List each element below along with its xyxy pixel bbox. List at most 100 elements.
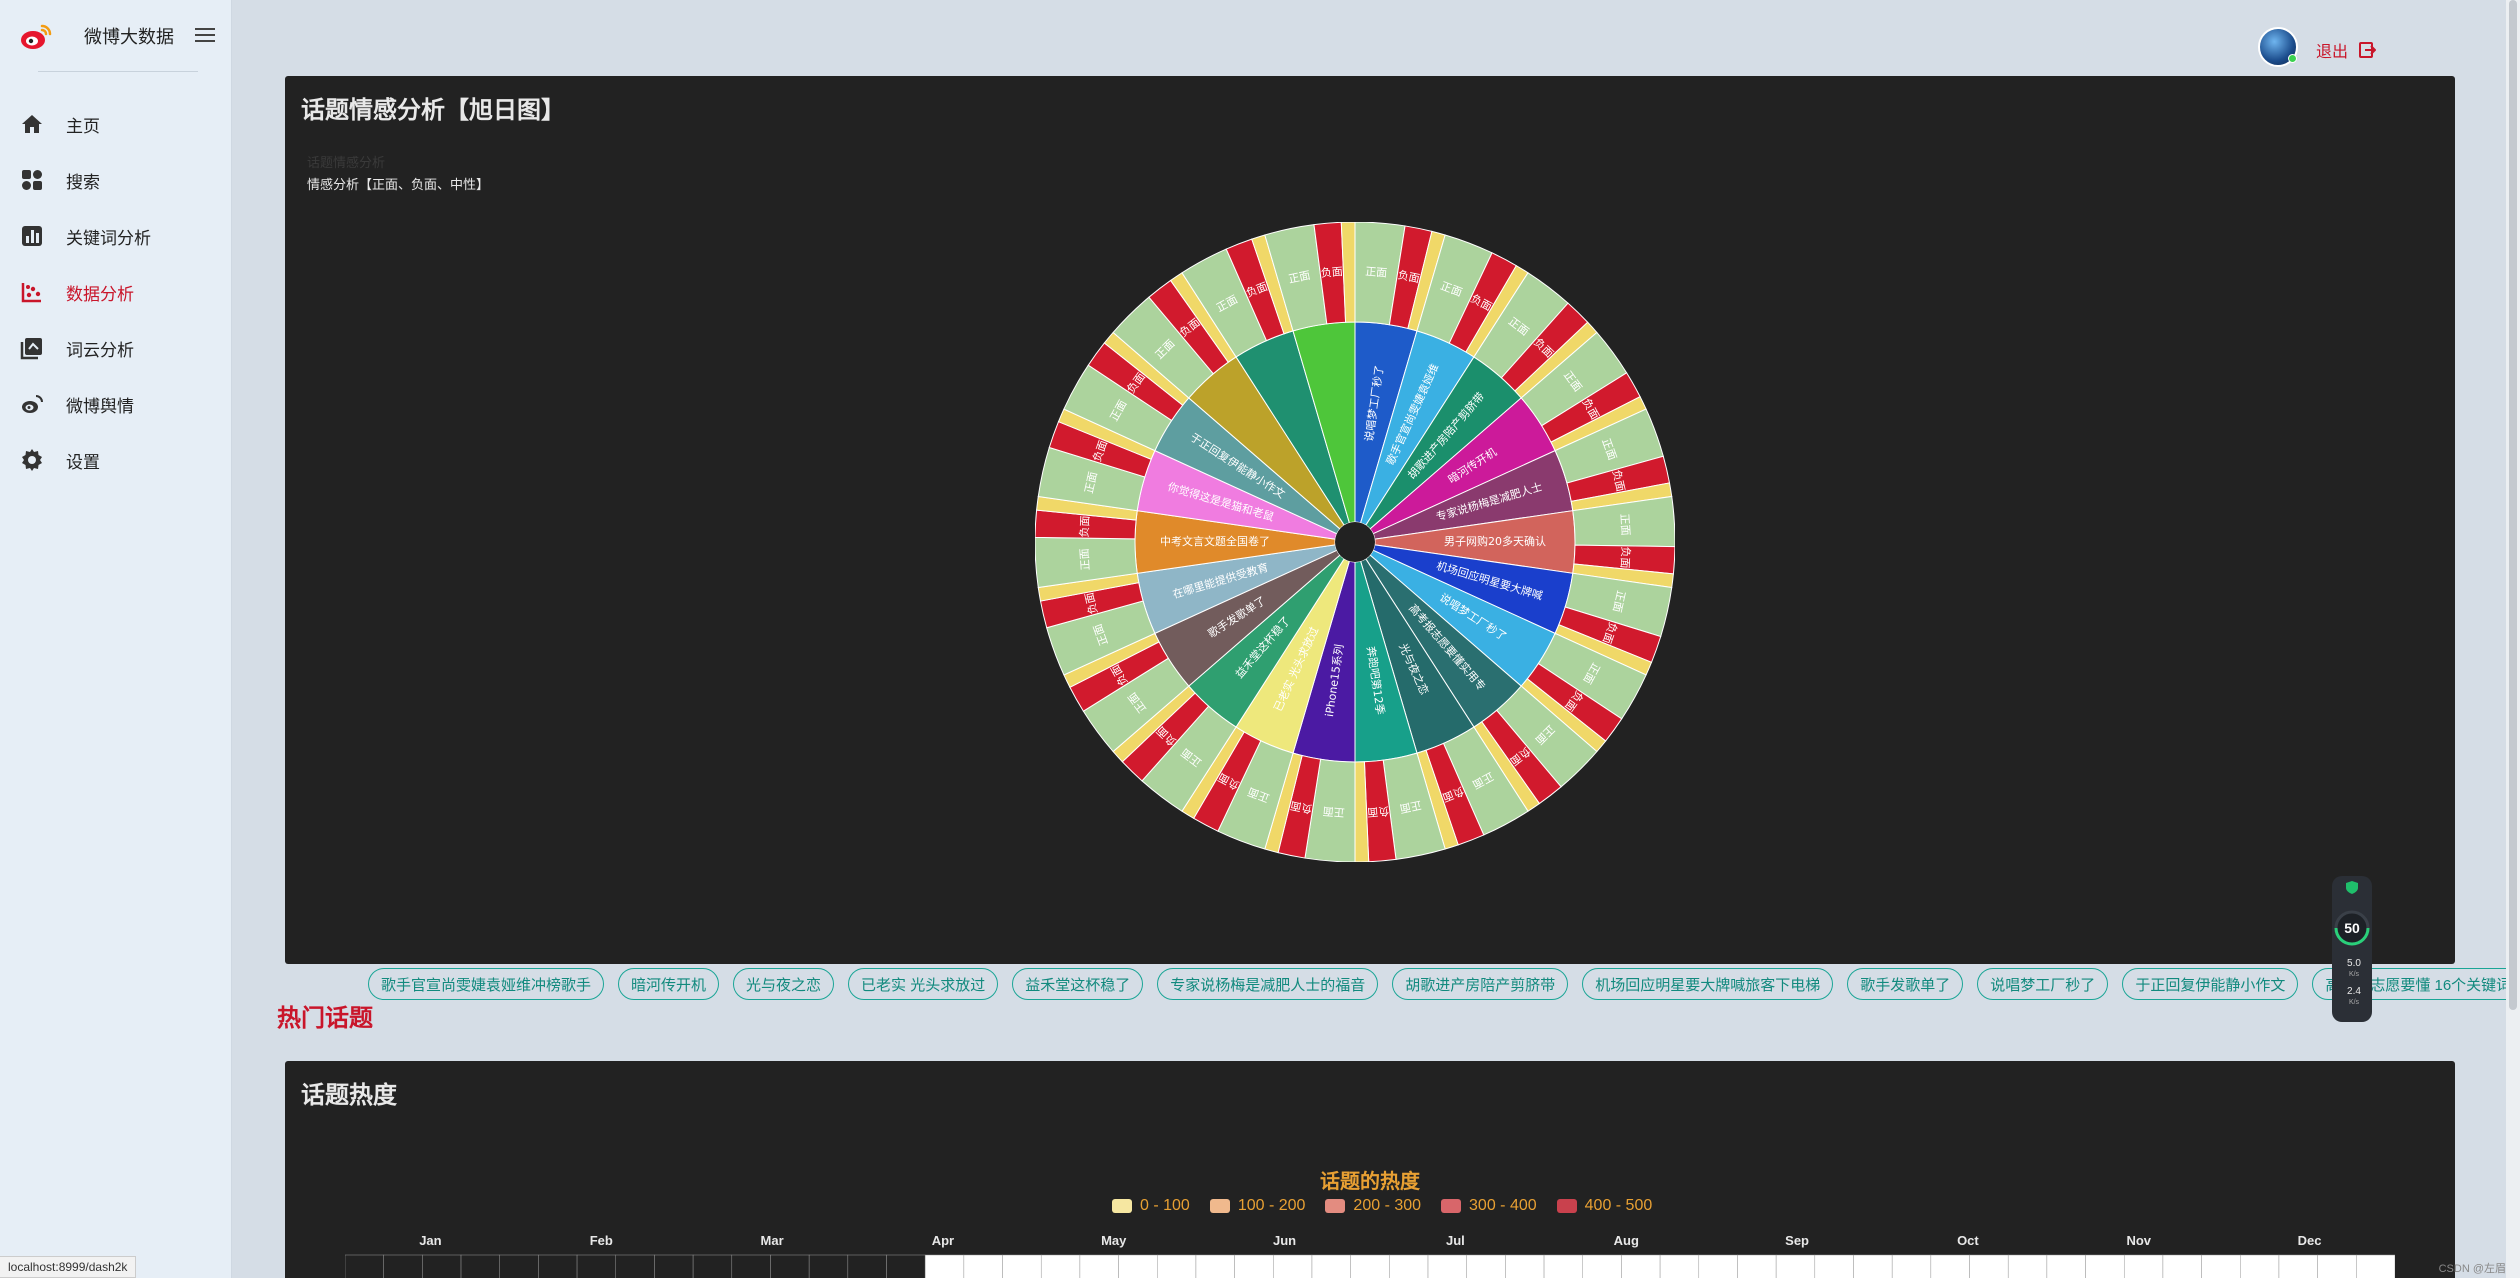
sunburst-center: [1335, 522, 1375, 562]
sidebar-item-data-analysis[interactable]: 数据分析: [0, 264, 232, 320]
calendar-cell: [422, 1254, 462, 1278]
grid-icon: [18, 166, 46, 194]
sunburst-outer-label: 负面: [1618, 546, 1633, 569]
hot-topics-title: 热门话题: [277, 1005, 373, 1032]
legend-label: 200 - 300: [1353, 1197, 1422, 1214]
calendar-cell: [1737, 1254, 1777, 1278]
sidebar-item-wordcloud[interactable]: 词云分析: [0, 320, 232, 376]
scrollbar-thumb[interactable]: [2509, 0, 2517, 1010]
network-speed-widget[interactable]: 50 5.0 K/s 2.4 K/s: [2332, 876, 2372, 1022]
calendar-cell: [1582, 1254, 1622, 1278]
month-label: Aug: [1613, 1233, 1639, 1248]
hot-topic-tags: 歌手官宣尚雯婕袁娅维冲榜歌手 暗河传开机 光与夜之恋 已老实 光头求放过 益禾堂这杯稳了…: [368, 968, 2520, 1000]
hot-topic-tag[interactable]: 益禾堂这杯稳了: [1012, 968, 1144, 1000]
calendar-cell: [1466, 1254, 1506, 1278]
calendar-cell: [345, 1254, 384, 1278]
sidebar-nav: 主页 搜索 关键词分析 数据分析 词云分析 微博舆情 设置: [0, 96, 232, 488]
heat-panel: 话题热度 话题的热度 0 - 100 100 - 200 200 - 300 300 …: [285, 1061, 2455, 1278]
hot-topic-tag[interactable]: 歌手官宣尚雯婕袁娅维冲榜歌手: [368, 968, 605, 1000]
sunburst-outer-label: 负面: [1077, 515, 1092, 538]
calendar-cell: [2162, 1254, 2202, 1278]
chart-subtitle-dim: 话题情感分析: [307, 155, 386, 170]
calendar-cell: [1311, 1254, 1351, 1278]
cloud-book-icon: [18, 334, 46, 362]
calendar-cell: [1659, 1254, 1700, 1278]
sunburst-outer-label: 正面: [1322, 804, 1345, 819]
legend-label: 300 - 400: [1469, 1197, 1537, 1214]
gear-icon: [18, 446, 46, 474]
legend-label: 400 - 500: [1584, 1197, 1653, 1214]
scatter-chart-icon: [18, 278, 46, 306]
sidebar-item-label: 关键词分析: [66, 228, 151, 248]
legend-label: 100 - 200: [1237, 1197, 1306, 1214]
sentiment-panel: 话题情感分析【旭日图】 话题情感分析 情感分析【正面、负面、中性】 正面 负面 说唱…: [285, 76, 2455, 964]
calendar-cell: [499, 1254, 539, 1278]
calendar-cell: [731, 1254, 771, 1278]
legend-item[interactable]: 0 - 100: [1112, 1197, 1190, 1215]
calendar-cell: [1195, 1254, 1235, 1278]
legend-item[interactable]: 400 - 500: [1556, 1197, 1653, 1215]
hot-topic-tag[interactable]: 专家说杨梅是减肥人士的福音: [1157, 968, 1379, 1000]
calendar-cell: [2007, 1254, 2048, 1278]
calendar-cell: [1621, 1254, 1661, 1278]
home-icon: [18, 110, 46, 138]
month-label: Apr: [931, 1233, 955, 1248]
legend-item[interactable]: 100 - 200: [1209, 1197, 1306, 1215]
sunburst-chart[interactable]: 正面 负面说唱梦工厂秒了正面负面歌手官宣尚雯婕袁娅维正面负面胡歌进产房陪产剪脐带正…: [1035, 222, 1675, 862]
hot-topic-tag[interactable]: 于正回复伊能静小作文: [2122, 968, 2299, 1000]
sidebar-item-search[interactable]: 搜索: [0, 152, 232, 208]
hot-topic-tag[interactable]: 机场回应明星要大牌喊旅客下电梯: [1582, 968, 1834, 1000]
logout-button[interactable]: 退出: [2316, 38, 2377, 62]
legend-item[interactable]: 300 - 400: [1441, 1197, 1537, 1215]
calendar-cell: [1814, 1254, 1854, 1278]
calendar-cell: [1969, 1254, 2009, 1278]
sidebar-item-keyword-analysis[interactable]: 关键词分析: [0, 208, 232, 264]
user-avatar[interactable]: [2258, 27, 2298, 67]
page-scrollbar[interactable]: [2506, 0, 2520, 1278]
calendar-cell: [1157, 1254, 1197, 1278]
calendar-cell: [1273, 1254, 1313, 1278]
speed-percent: 50: [2344, 920, 2360, 936]
month-label: Nov: [2126, 1233, 2152, 1248]
month-label: Jun: [1273, 1233, 1297, 1248]
panel-title: 话题热度: [301, 1082, 397, 1109]
hot-topic-tag[interactable]: 说唱梦工厂秒了: [1977, 968, 2109, 1000]
logout-icon: [2359, 42, 2377, 58]
sidebar-item-label: 词云分析: [66, 340, 134, 360]
calendar-cell: [1079, 1254, 1119, 1278]
weibo-icon: [18, 390, 46, 418]
sidebar-item-label: 微博舆情: [66, 396, 134, 416]
bar-chart-icon: [18, 222, 46, 250]
calendar-cell: [2278, 1254, 2318, 1278]
legend-item[interactable]: 200 - 300: [1325, 1197, 1421, 1215]
sidebar-item-label: 设置: [66, 452, 100, 472]
sidebar-item-settings[interactable]: 设置: [0, 432, 232, 488]
hot-topic-tag[interactable]: 暗河传开机: [618, 968, 720, 1000]
speed-down-unit: K/s: [2349, 999, 2360, 1006]
sidebar-item-weibo-opinion[interactable]: 微博舆情: [0, 376, 232, 432]
hot-topic-tag[interactable]: 歌手发歌单了: [1847, 968, 1964, 1000]
calendar-cell: [2317, 1254, 2357, 1278]
watermark: CSDN @左眉: [2438, 1263, 2506, 1275]
calendar-cell: [2240, 1254, 2280, 1278]
calendar-cell: [1389, 1254, 1429, 1278]
sidebar-item-home[interactable]: 主页: [0, 96, 232, 152]
calendar-cell: [1853, 1254, 1893, 1278]
sidebar: 微博大数据 主页 搜索 关键词分析 数据分析 词云分析 微博舆情 设置: [0, 0, 232, 1278]
hot-topic-tag[interactable]: 胡歌进产房陪产剪脐带: [1392, 968, 1569, 1000]
brand: 微博大数据: [18, 18, 218, 54]
hot-topic-tag[interactable]: 光与夜之恋: [733, 968, 835, 1000]
calendar-cell: [1350, 1254, 1390, 1278]
month-label: May: [1101, 1233, 1127, 1248]
calendar-cell: [2046, 1254, 2086, 1278]
hot-topic-tag[interactable]: 已老实 光头求放过: [848, 968, 999, 1000]
speed-up-unit: K/s: [2349, 971, 2360, 978]
legend-swatch: [1325, 1199, 1346, 1213]
chart-subtitle: 情感分析【正面、负面、中性】: [307, 177, 490, 192]
calendar-cell: [1543, 1254, 1583, 1278]
calendar-cell: [1698, 1254, 1738, 1278]
hamburger-menu-icon[interactable]: [192, 22, 218, 48]
calendar-cell: [1427, 1254, 1467, 1278]
calendar-cell: [654, 1254, 694, 1278]
calendar-cell: [1930, 1254, 1970, 1278]
